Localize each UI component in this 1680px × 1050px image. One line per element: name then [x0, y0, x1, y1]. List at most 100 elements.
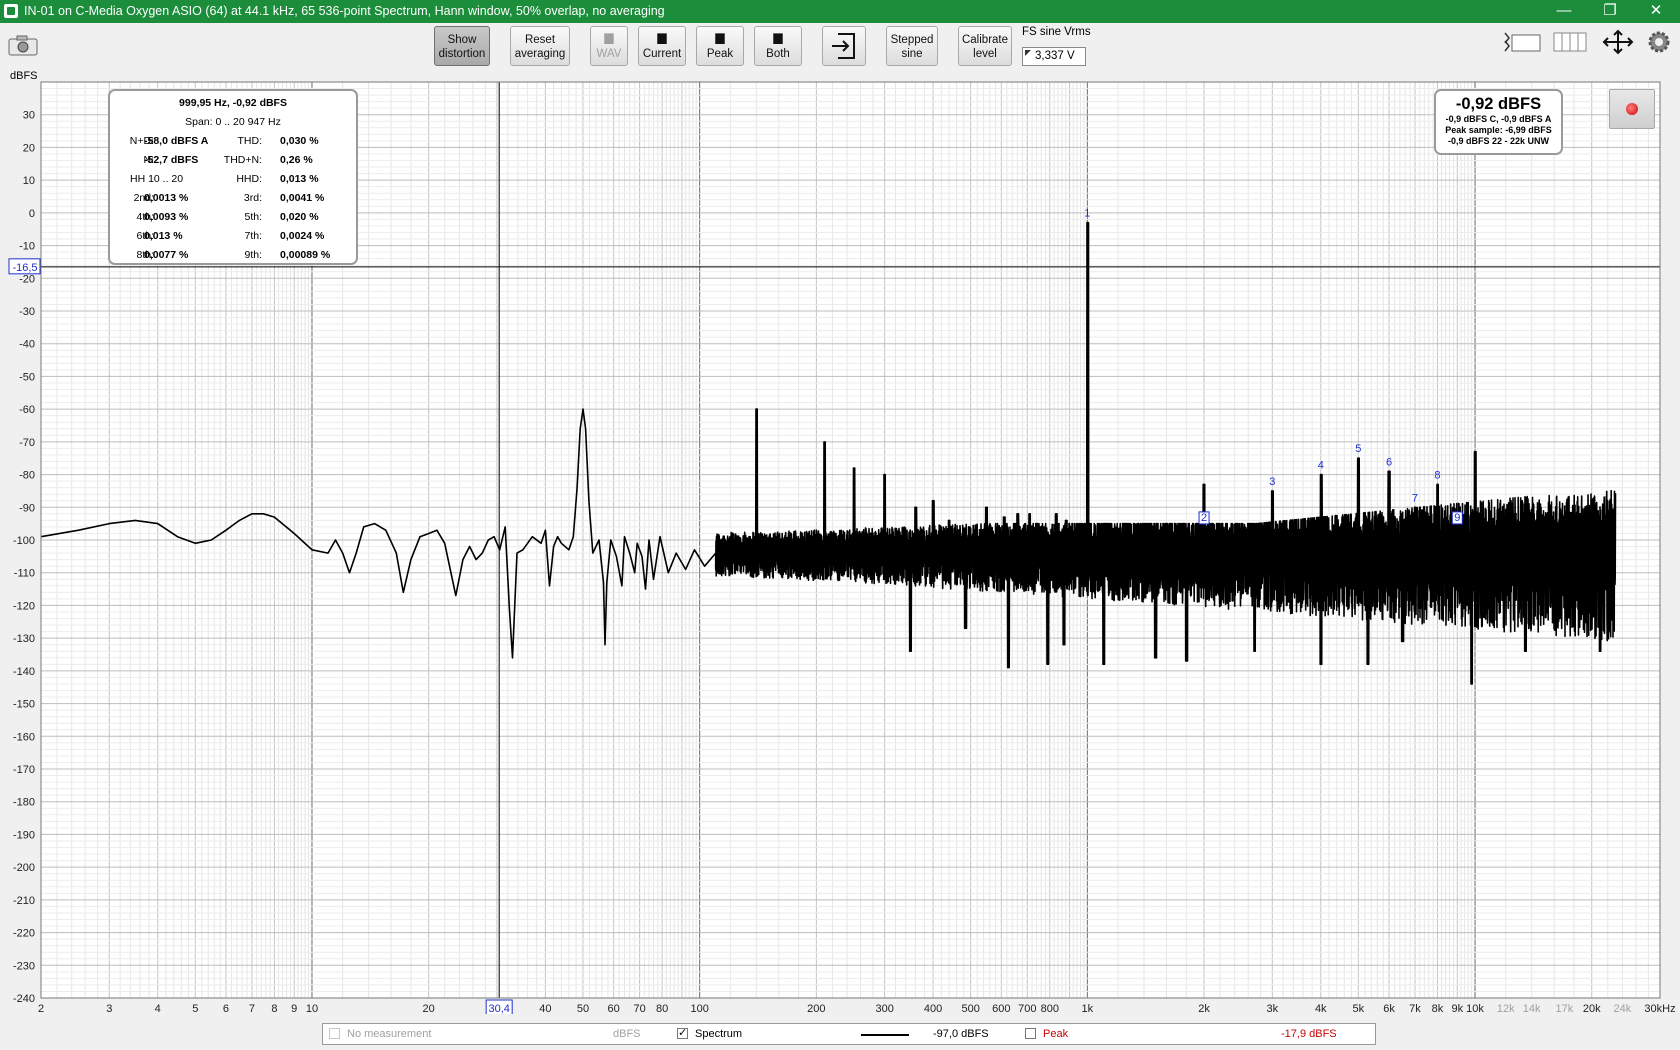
x-tick-label: 1k: [1082, 1003, 1094, 1014]
harmonic-marker-2: 2: [1201, 512, 1207, 524]
x-tick-label: 5: [192, 1003, 198, 1014]
gear-icon[interactable]: [1646, 29, 1672, 55]
x-tick-label: 8k: [1432, 1003, 1444, 1014]
spectrum-checkbox[interactable]: ✓: [677, 1028, 688, 1039]
y-tick-label: -150: [13, 699, 35, 711]
stats-value-6-3: 0,00089 %: [280, 249, 331, 261]
x-tick-label: 6: [223, 1003, 229, 1014]
no-measurement-checkbox[interactable]: [329, 1028, 340, 1039]
reset-averaging-button[interactable]: Reset averaging: [510, 26, 570, 66]
x-tick-label: 80: [656, 1003, 668, 1014]
stepped-sine-button[interactable]: Stepped sine: [886, 26, 938, 66]
fs-sine-label: FS sine Vrms: [1022, 26, 1091, 38]
stats-label-4-2: 5th:: [244, 211, 262, 223]
y-tick-label: -40: [19, 339, 35, 351]
save-current-button[interactable]: ▆ Current: [638, 26, 686, 66]
y-tick-label: -140: [13, 666, 35, 678]
harmonic-marker-1: 1: [1084, 208, 1090, 220]
cursor-x-label: 30,4: [488, 1003, 509, 1014]
x-tick-labels: 2 3 4 5 6 7 8 9 10 20 40 50 60 70 80 100 200 300 400 500 600…: [38, 1003, 1676, 1014]
x-tick-label: 24k: [1614, 1003, 1632, 1014]
y-tick-label: -170: [13, 764, 35, 776]
x-tick-label: 2k: [1198, 1003, 1210, 1014]
y-tick-label: -230: [13, 960, 35, 972]
y-tick-label: -100: [13, 535, 35, 547]
restore-icon[interactable]: ❐: [1590, 0, 1630, 23]
y-tick-label: -120: [13, 600, 35, 612]
x-tick-label: 300: [875, 1003, 893, 1014]
record-button[interactable]: [1609, 89, 1655, 129]
stats-span: Span: 0 .. 20 947 Hz: [185, 116, 281, 128]
distortion-stats-panel: 999,95 Hz, -0,92 dBFS Span: 0 .. 20 947 …: [108, 89, 358, 265]
y-tick-label: 0: [29, 208, 35, 220]
save-peak-button[interactable]: ▆ Peak: [696, 26, 744, 66]
peak-value: -17,9 dBFS: [1281, 1028, 1337, 1040]
x-tick-label: 50: [577, 1003, 589, 1014]
x-tick-label: 4: [155, 1003, 161, 1014]
x-tick-label: 100: [690, 1003, 708, 1014]
camera-icon[interactable]: [8, 34, 38, 56]
fs-sine-value-input[interactable]: 3,337 V: [1022, 47, 1086, 66]
x-tick-label: 4k: [1315, 1003, 1327, 1014]
split-view-icon[interactable]: [1552, 29, 1588, 55]
x-tick-label: 70: [633, 1003, 645, 1014]
x-tick-label: 800: [1041, 1003, 1059, 1014]
y-tick-labels: 30 20 10 0 -10 -20 -30 -40 -50 -60 -70 -80 -90 -100 -1…: [13, 110, 35, 1005]
y-tick-label: -70: [19, 437, 35, 449]
stats-label-1-2: THD+N:: [223, 154, 262, 166]
export-button[interactable]: [822, 26, 866, 66]
show-distortion-button[interactable]: Show distortion: [434, 26, 490, 66]
fit-view-icon[interactable]: [1600, 29, 1636, 55]
y-tick-label: -190: [13, 829, 35, 841]
minimize-icon[interactable]: —: [1544, 0, 1584, 23]
x-tick-label: 3: [106, 1003, 112, 1014]
y-tick-label: -50: [19, 371, 35, 383]
x-tick-label: 8: [271, 1003, 277, 1014]
save-both-button[interactable]: ▆ Both: [754, 26, 802, 66]
peak-checkbox[interactable]: [1025, 1028, 1036, 1039]
harmonic-marker-6: 6: [1386, 456, 1392, 468]
stats-label-2-2: HHD:: [236, 173, 262, 185]
level-peak-sample: Peak sample: -6,99 dBFS: [1445, 125, 1552, 135]
y-tick-label: -130: [13, 633, 35, 645]
y-tick-label: -210: [13, 895, 35, 907]
toolbar: Show distortion Reset averaging ▆ WAV ▆ …: [0, 23, 1680, 78]
stats-label-6-2: 9th:: [244, 249, 262, 261]
export-icon: [832, 33, 855, 59]
x-tick-label: 20: [423, 1003, 435, 1014]
level-main-value: -0,92 dBFS: [1455, 95, 1542, 113]
stats-value-2-3: 0,013 %: [280, 173, 319, 185]
y-tick-label: 20: [23, 142, 35, 154]
y-tick-label: -110: [14, 568, 35, 580]
x-tick-label: 14k: [1523, 1003, 1541, 1014]
y-tick-label: -60: [19, 404, 35, 416]
close-icon[interactable]: ✕: [1636, 0, 1676, 23]
legend-unit-label: dBFS: [613, 1028, 641, 1040]
stats-label-3-2: 3rd:: [243, 192, 262, 204]
calibrate-level-button[interactable]: Calibrate level: [958, 26, 1012, 66]
y-tick-label: 30: [23, 110, 35, 122]
harmonic-marker-5: 5: [1355, 443, 1361, 455]
save-icon: ▆: [773, 30, 783, 44]
harmonic-marker-4: 4: [1318, 460, 1324, 472]
peak-label: Peak: [1043, 1028, 1069, 1040]
channel-view-icon[interactable]: [1502, 29, 1542, 55]
x-tick-label: 30kHz: [1644, 1003, 1675, 1014]
stats-value-1-3: 0,26 %: [280, 154, 313, 166]
x-tick-label: 3k: [1267, 1003, 1279, 1014]
harmonic-marker-9: 9: [1454, 512, 1460, 524]
y-tick-label: -20: [19, 273, 35, 285]
x-tick-label: 12k: [1497, 1003, 1515, 1014]
y-tick-label: -80: [19, 470, 35, 482]
x-tick-label: 10k: [1466, 1003, 1484, 1014]
wav-button[interactable]: ▆ WAV: [590, 26, 628, 66]
stats-header: 999,95 Hz, -0,92 dBFS: [179, 97, 287, 109]
x-tick-label: 700: [1018, 1003, 1036, 1014]
level-weighted-values: -0,9 dBFS C, -0,9 dBFS A: [1445, 114, 1552, 124]
stats-label-5-2: 7th:: [244, 230, 262, 242]
x-tick-label: 5k: [1353, 1003, 1365, 1014]
x-tick-label: 40: [539, 1003, 551, 1014]
x-tick-label: 2: [38, 1003, 44, 1014]
no-measurement-label: No measurement: [347, 1028, 432, 1040]
x-tick-label: 10: [306, 1003, 318, 1014]
